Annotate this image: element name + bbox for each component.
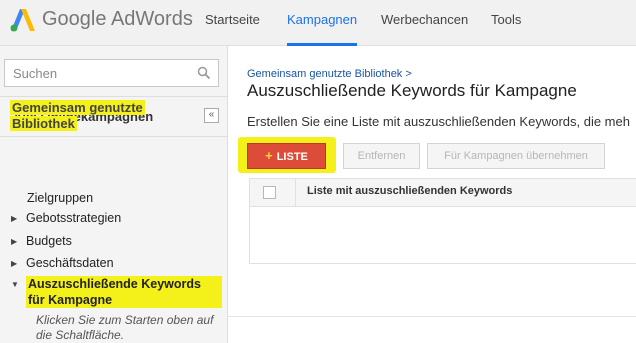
sidebar-item-zielgruppen[interactable]: Zielgruppen xyxy=(27,190,93,206)
collapse-arrow-icon[interactable]: ▼ xyxy=(11,277,26,293)
column-header-list-name[interactable]: Liste mit auszuschließenden Keywords xyxy=(307,185,512,197)
add-list-label: LISTE xyxy=(276,151,308,163)
search-input[interactable] xyxy=(5,60,185,86)
nav-startseite[interactable]: Startseite xyxy=(205,12,260,27)
shared-library-label: Gemeinsam genutzte Bibliothek xyxy=(10,100,145,131)
keyword-lists-table: Liste mit auszuschließenden Keywords xyxy=(249,178,636,264)
sidebar-item-label: Budgets xyxy=(26,234,72,248)
sidebar-hint: Klicken Sie zum Starten oben auf die Sch… xyxy=(36,313,214,342)
sidebar-item-label: Gebotsstrategien xyxy=(26,211,122,225)
footer-divider xyxy=(228,316,636,317)
sidebar-item-negative-keywords[interactable]: ▼ Auszuschließende Keywords für Kampagne xyxy=(11,276,223,308)
breadcrumb[interactable]: Gemeinsam genutzte Bibliothek > xyxy=(247,68,412,80)
page-title: Auszuschließende Keywords für Kampagne xyxy=(247,81,577,100)
top-bar: Google AdWords Startseite Kampagnen Werb… xyxy=(0,0,636,46)
remove-button[interactable]: Entfernen xyxy=(343,143,420,169)
apply-to-campaigns-button[interactable]: Für Kampagnen übernehmen xyxy=(427,143,605,169)
brand-title[interactable]: Google AdWords xyxy=(42,8,193,31)
search-icon[interactable] xyxy=(197,66,211,80)
select-all-cell xyxy=(250,179,296,207)
search-box xyxy=(4,59,219,87)
adwords-logo-icon xyxy=(10,9,35,32)
page-description: Erstellen Sie eine Liste mit auszuschlie… xyxy=(247,114,630,129)
collapse-sidebar-button[interactable]: « xyxy=(204,108,219,123)
sidebar-divider xyxy=(0,96,228,97)
add-list-button[interactable]: + LISTE xyxy=(247,143,326,169)
nav-werbechancen[interactable]: Werbechancen xyxy=(381,12,468,27)
sidebar-item-gebotsstrategien[interactable]: ▶ Gebotsstrategien xyxy=(11,210,121,226)
expand-arrow-icon[interactable]: ▶ xyxy=(11,211,26,227)
expand-arrow-icon[interactable]: ▶ xyxy=(11,234,26,250)
brand-product: AdWords xyxy=(110,8,193,30)
sidebar-item-label: Geschäftsdaten xyxy=(26,256,114,270)
active-tab-indicator xyxy=(287,43,357,46)
sidebar-item-label: Auszuschließende Keywords für Kampagne xyxy=(26,276,222,308)
nav-tools[interactable]: Tools xyxy=(491,12,521,27)
nav-kampagnen[interactable]: Kampagnen xyxy=(287,12,357,27)
sidebar-item-budgets[interactable]: ▶ Budgets xyxy=(11,233,72,249)
expand-arrow-icon[interactable]: ▶ xyxy=(11,256,26,272)
table-header: Liste mit auszuschließenden Keywords xyxy=(250,179,636,207)
sidebar-item-geschaeftsdaten[interactable]: ▶ Geschäftsdaten xyxy=(11,255,114,271)
shared-library-link[interactable]: Gemeinsam genutzte Bibliothek xyxy=(10,100,150,132)
brand-google: Google xyxy=(42,8,107,30)
plus-icon: + xyxy=(265,148,273,163)
select-all-checkbox[interactable] xyxy=(263,186,276,199)
sidebar-divider xyxy=(0,136,228,137)
sidebar-item-label: Zielgruppen xyxy=(27,191,94,205)
